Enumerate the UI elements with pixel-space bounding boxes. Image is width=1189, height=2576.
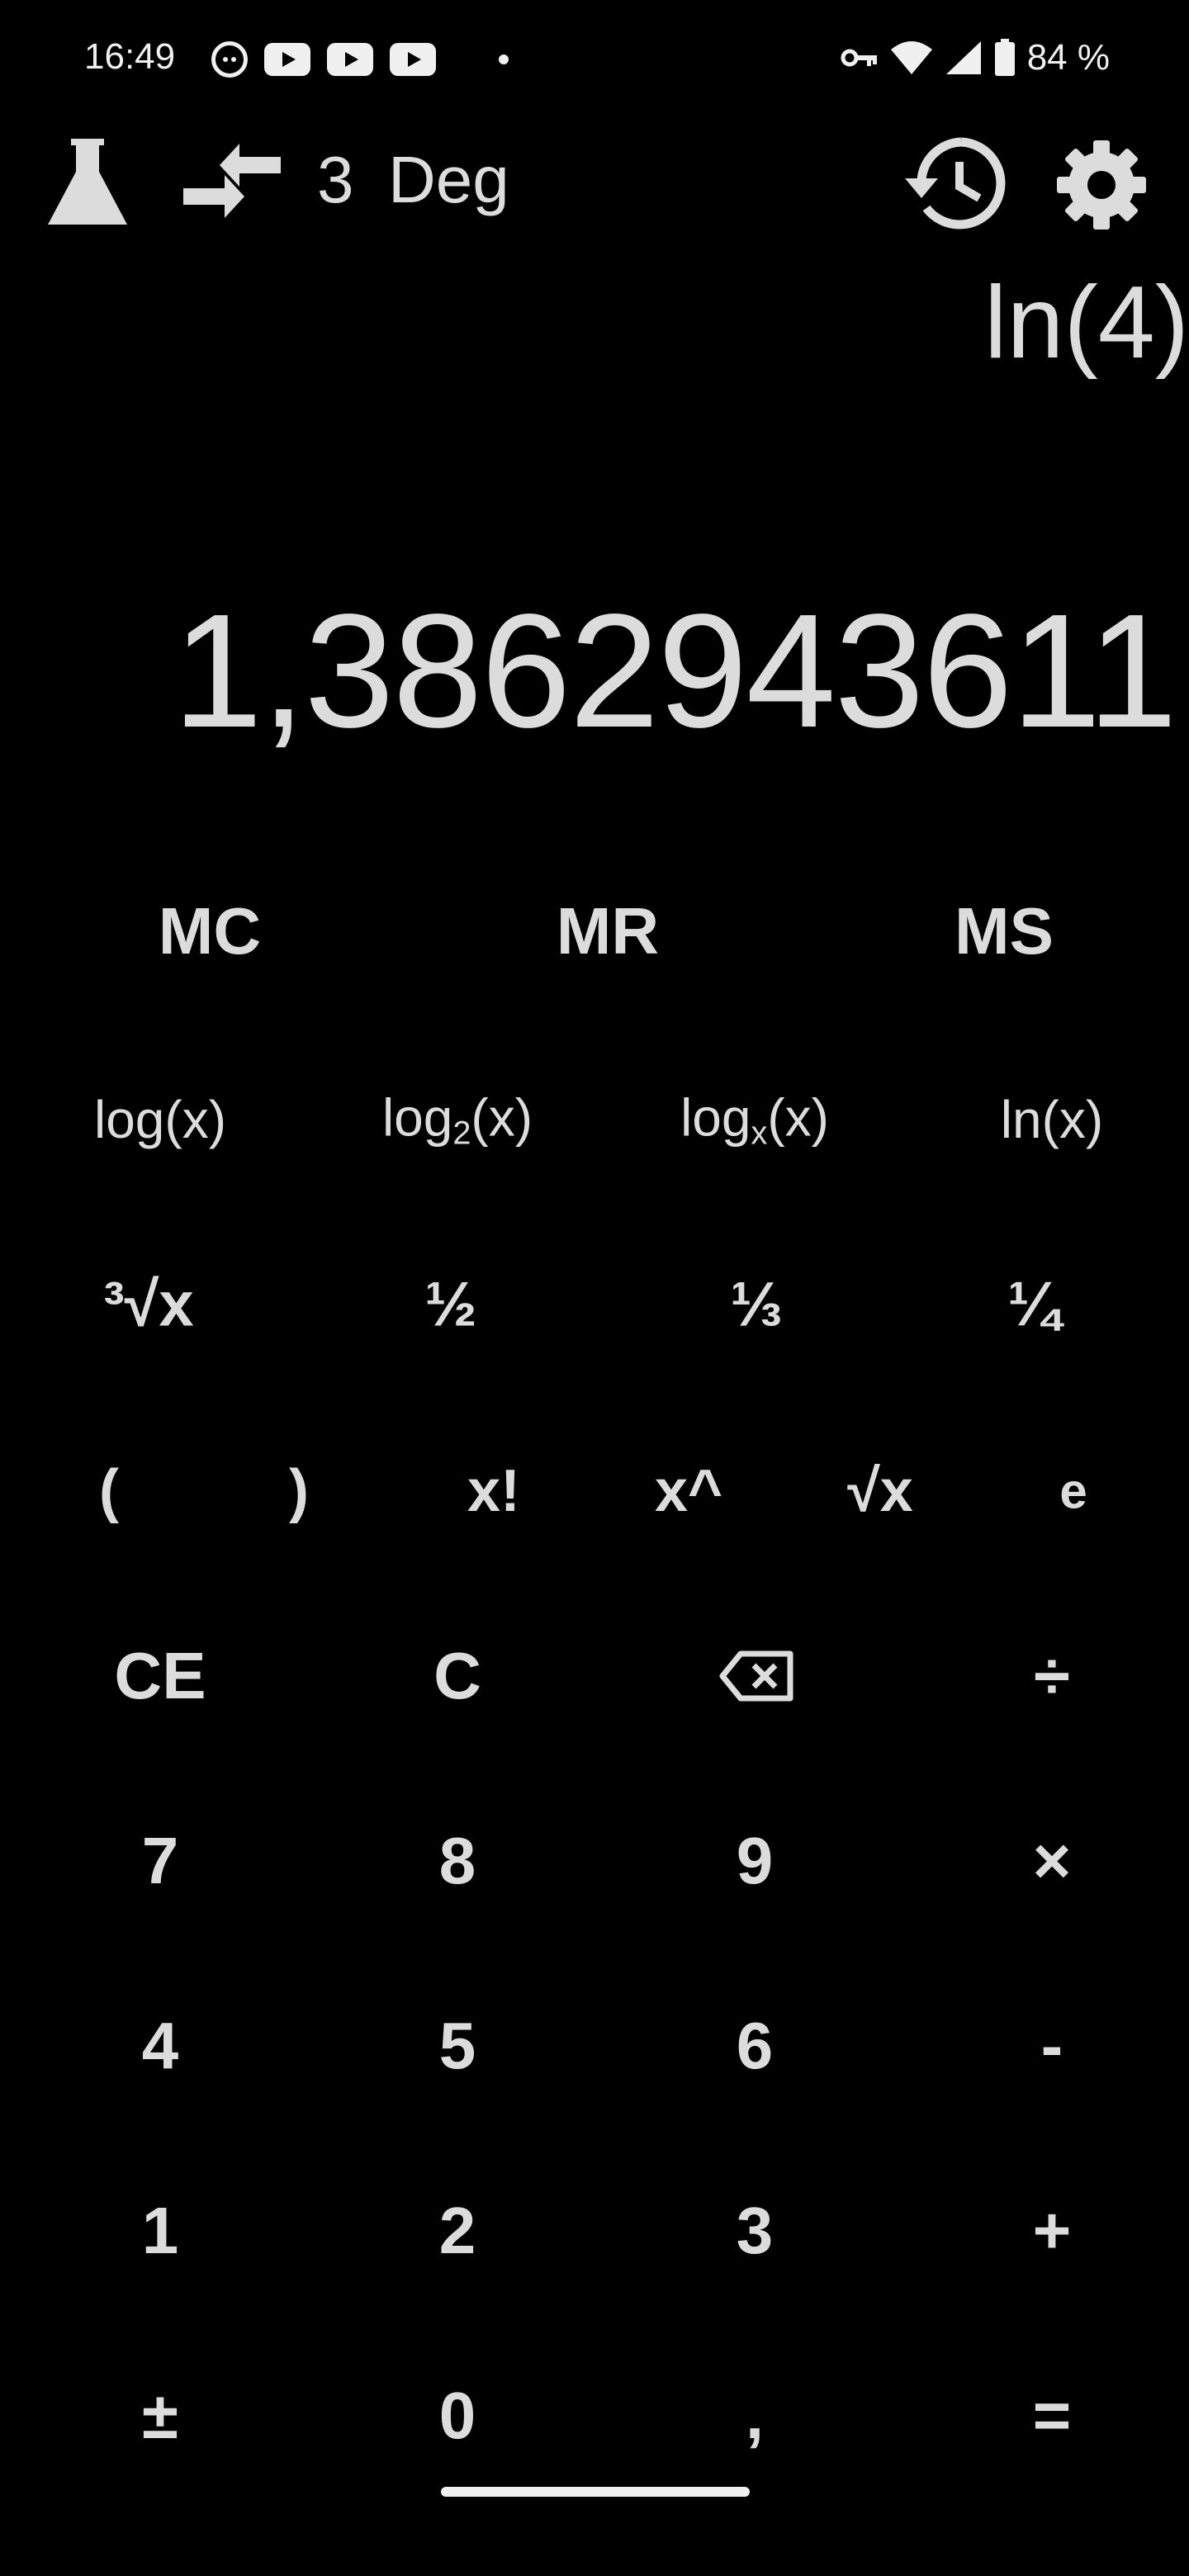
wifi-icon [890,41,932,74]
log2-button[interactable]: log2(x) [382,1087,533,1153]
memory-clear-button[interactable]: MC [159,893,261,969]
result-display: 1,3862943611 [173,580,1177,761]
open-paren-button[interactable]: ( [99,1457,119,1525]
logx-label: log [680,1087,751,1148]
logx-button[interactable]: logx(x) [680,1087,829,1153]
add-button[interactable]: + [1033,2193,1072,2269]
memory-recall-button[interactable]: MR [557,893,659,969]
clear-entry-button[interactable]: CE [114,1638,206,1714]
close-paren-button[interactable]: ) [289,1457,309,1525]
square-root-button[interactable]: √x [847,1457,913,1525]
log2-label: log [381,1087,453,1148]
one-third-button[interactable]: ⅓ [730,1269,782,1341]
status-time: 16:49 [84,36,176,77]
dot-icon [499,54,509,64]
digit-0-button[interactable]: 0 [439,2378,476,2454]
youtube-icon [390,43,436,76]
system-icons: 84 % [841,35,1110,81]
battery-percentage: 84 % [1026,37,1110,78]
precision-indicator[interactable]: 3 [317,142,354,218]
power-button[interactable]: x^ [655,1457,722,1525]
settings-icon[interactable] [1055,139,1148,231]
notification-icons [211,40,509,79]
home-indicator[interactable] [441,2487,750,2497]
digit-1-button[interactable]: 1 [142,2193,179,2269]
signal-icon [945,41,981,74]
ln-button[interactable]: ln(x) [1001,1089,1103,1150]
divide-button[interactable]: ÷ [1034,1638,1070,1714]
euler-button[interactable]: e [1059,1463,1087,1520]
log-button[interactable]: log(x) [94,1089,226,1150]
digit-7-button[interactable]: 7 [142,1823,179,1899]
decimal-comma-button[interactable]: , [746,2378,764,2454]
log2-subscript: 2 [452,1115,471,1152]
expression-display[interactable]: ln(4) [984,264,1189,381]
log2-suffix: (x) [471,1087,533,1148]
multiply-button[interactable]: × [1033,1823,1072,1899]
youtube-icon [327,43,373,76]
youtube-icon [264,43,310,76]
one-quarter-button[interactable]: ¼ [1007,1269,1059,1341]
equals-button[interactable]: = [1033,2378,1072,2454]
factorial-button[interactable]: x! [467,1457,520,1525]
logx-subscript: x [751,1115,768,1152]
digit-3-button[interactable]: 3 [737,2193,774,2269]
one-half-button[interactable]: ½ [424,1269,476,1341]
digit-6-button[interactable]: 6 [737,2008,774,2084]
clear-button[interactable]: C [433,1638,481,1714]
negate-button[interactable]: ± [142,2378,178,2454]
history-icon[interactable] [903,137,1007,230]
digit-5-button[interactable]: 5 [439,2008,476,2084]
cat-icon [211,41,248,78]
key-icon [841,49,877,67]
memory-store-button[interactable]: MS [955,893,1054,969]
digit-9-button[interactable]: 9 [737,1823,774,1899]
digit-8-button[interactable]: 8 [439,1823,476,1899]
backspace-icon[interactable] [719,1650,793,1702]
logx-suffix: (x) [767,1087,829,1148]
cube-root-button[interactable]: ³√x [103,1269,193,1341]
status-bar: 16:49 84 % [0,0,1189,116]
flask-icon[interactable] [46,139,129,226]
swap-arrows-icon[interactable] [182,142,282,221]
subtract-button[interactable]: - [1041,2008,1063,2084]
angle-mode-toggle[interactable]: Deg [388,142,509,218]
digit-4-button[interactable]: 4 [142,2008,179,2084]
digit-2-button[interactable]: 2 [439,2193,476,2269]
battery-icon [994,39,1015,76]
